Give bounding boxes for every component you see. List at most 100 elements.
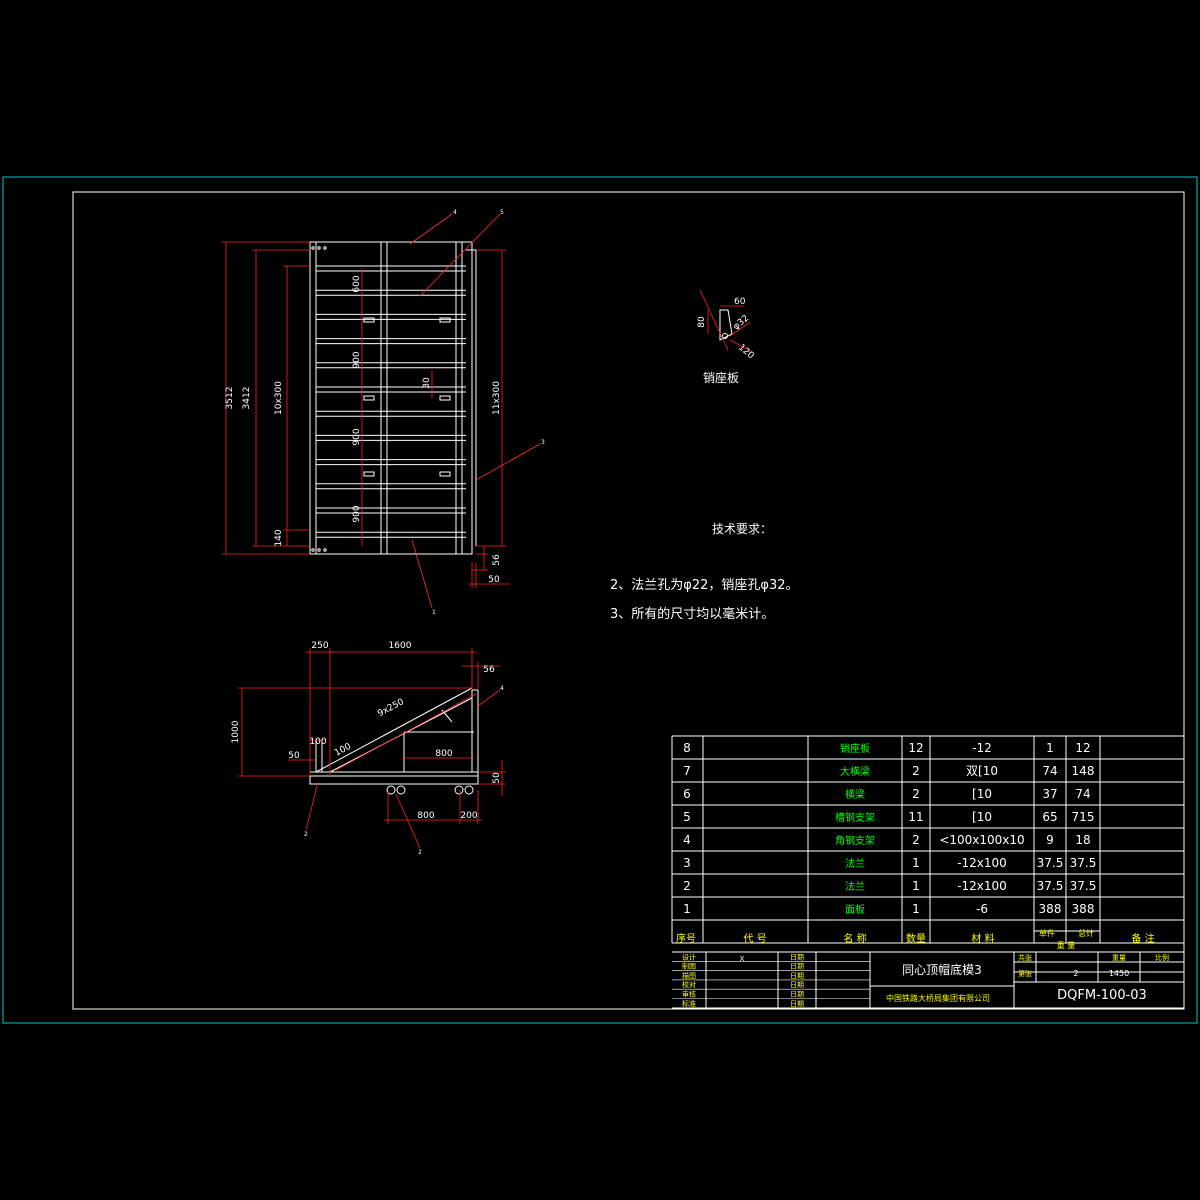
bom-cell-qty: 2	[912, 764, 920, 778]
bom-cell-total: 74	[1075, 787, 1090, 801]
sheet-label-weight: 重量	[1112, 954, 1126, 962]
notes-line-2: 2、法兰孔为φ22，销座孔φ32。	[610, 578, 799, 593]
bom-cell-total: 37.5	[1070, 879, 1097, 893]
technical-notes: 技术要求： 2、法兰孔为φ22，销座孔φ32。 3、所有的尺寸均以毫米计。	[610, 522, 799, 622]
sheet-label-total: 共张	[1018, 953, 1032, 962]
plan-bolt-hole	[311, 246, 315, 250]
bom-cell-qty: 2	[912, 787, 920, 801]
plan-pin-seat	[439, 317, 451, 323]
balloon-2-side-a: 2	[304, 831, 308, 838]
bom-cell-unit: 37	[1042, 787, 1057, 801]
dim-11x300: 11x300	[492, 381, 502, 415]
bom-cell-qty: 2	[912, 833, 920, 847]
plan-bolt-hole	[317, 548, 321, 552]
sign-label: 制图	[682, 962, 696, 971]
bom-cell-material: -12x100	[957, 879, 1007, 893]
side-dim-56: 56	[483, 665, 495, 675]
bom-header-note: 备 注	[1131, 932, 1154, 945]
dim-30: 30	[422, 377, 432, 389]
sheet-value-count: 2	[1073, 969, 1078, 978]
pin-plate-dim-120: 120	[736, 343, 756, 362]
bom-cell-material: <100x100x10	[939, 833, 1024, 847]
bom-cell-name: 角钢支架	[835, 834, 875, 847]
bom-cell-unit: 37.5	[1037, 856, 1064, 870]
bom-cell-total: 12	[1075, 741, 1090, 755]
bom-row: 4 角钢支架 2 <100x100x10 9 18	[683, 833, 1090, 847]
bom-cell-name: 大横梁	[840, 765, 870, 778]
bom-cell-no: 6	[683, 787, 691, 801]
cad-drawing: 3512 3412 10x300 140 600 900 900 900 30	[2, 176, 1198, 1024]
bom-cell-name: 槽钢支架	[835, 811, 875, 824]
bom-header-qty: 数量	[906, 932, 926, 945]
sign-date-label: 日期	[790, 963, 804, 971]
bom-cell-material: 双[10	[966, 764, 998, 778]
plan-pin-seat	[439, 395, 451, 401]
side-dim-250: 250	[311, 641, 328, 651]
dim-3412: 3412	[242, 387, 252, 410]
dim-900-b: 900	[352, 428, 362, 445]
balloon-3-plan: 3	[541, 439, 545, 446]
side-dim-200: 200	[460, 811, 477, 821]
plan-bolt-hole	[311, 548, 315, 552]
bom-cell-no: 1	[683, 902, 691, 916]
bom-cell-no: 2	[683, 879, 691, 893]
bom-header-material: 材 料	[971, 932, 994, 945]
balloon-4-plan: 4	[453, 209, 457, 216]
bill-of-materials: 8 销座板 12 -12 1 127 大横梁 2 双[10 74 1486 横梁 2 [10 37 745 槽钢…	[671, 735, 1185, 950]
title-block: 设计 日期制图 日期描图 日期校对 日期审核 日期标准 日期 X 同心顶帽底模3 中国铁路大…	[672, 951, 1184, 1009]
bom-cell-no: 5	[683, 810, 691, 824]
bom-row: 8 销座板 12 -12 1 12	[683, 741, 1090, 755]
bom-header-total: 总计	[1078, 928, 1094, 938]
sign-label: 审核	[682, 990, 696, 999]
balloon-2-side-b: 2	[418, 849, 422, 856]
sign-date-label: 日期	[790, 1000, 804, 1008]
dim-900-a: 900	[352, 351, 362, 368]
dim-56-plan: 56	[492, 554, 502, 566]
pin-plate-dim-phi32: φ32	[732, 313, 752, 332]
bom-cell-total: 715	[1072, 810, 1095, 824]
bom-cell-unit: 1	[1046, 741, 1054, 755]
sheet-label-current: 第张	[1018, 969, 1032, 978]
notes-heading: 技术要求：	[712, 522, 772, 536]
bom-cell-no: 8	[683, 741, 691, 755]
dim-3512: 3512	[225, 387, 235, 410]
drawing-name: 同心顶帽底模3	[902, 962, 982, 977]
bom-cell-name: 法兰	[845, 857, 865, 870]
side-dim-50: 50	[288, 751, 300, 761]
balloon-4-side: 4	[500, 685, 504, 692]
plan-bolt-hole	[317, 246, 321, 250]
bom-cell-unit: 9	[1046, 833, 1054, 847]
bom-cell-name: 法兰	[845, 880, 865, 893]
balloon-1-plan: 1	[432, 609, 436, 616]
sign-date-label: 日期	[790, 991, 804, 999]
dim-600: 600	[352, 275, 362, 292]
sign-date-label: 日期	[790, 972, 804, 980]
bom-row: 6 横梁 2 [10 37 74	[683, 787, 1090, 801]
bom-cell-unit: 37.5	[1037, 879, 1064, 893]
bom-header-unit: 单件	[1039, 928, 1055, 938]
sign-label: 校对	[682, 980, 696, 989]
bom-cell-unit: 74	[1042, 764, 1057, 778]
outer-border	[2, 176, 1198, 1024]
side-view: 250 1600 56 1000 50 100 100 9x250 800 80…	[231, 641, 506, 856]
plan-pin-seat	[439, 471, 451, 477]
plan-pin-seat	[363, 317, 375, 323]
drawing-number: DQFM-100-03	[1057, 988, 1147, 1003]
x-mark: X	[740, 955, 745, 963]
side-dim-100-a: 100	[309, 737, 326, 747]
bom-header-name: 名 称	[843, 932, 866, 945]
dim-900-c: 900	[352, 505, 362, 522]
plan-bolt-hole	[323, 246, 327, 250]
sign-date-label: 日期	[790, 981, 804, 989]
bom-row: 5 槽钢支架 11 [10 65 715	[683, 810, 1094, 824]
bom-row: 1 面板 1 -6 388 388	[683, 902, 1094, 916]
bom-cell-total: 37.5	[1070, 856, 1097, 870]
sheet-value-weight: 1450	[1109, 969, 1129, 978]
side-dim-50-right: 50	[492, 772, 502, 784]
bom-cell-no: 4	[683, 833, 691, 847]
bom-cell-qty: 1	[912, 902, 920, 916]
bom-cell-material: -12	[972, 741, 992, 755]
bom-cell-material: [10	[972, 810, 992, 824]
bom-cell-total: 18	[1075, 833, 1090, 847]
dim-10x300: 10x300	[274, 381, 284, 415]
